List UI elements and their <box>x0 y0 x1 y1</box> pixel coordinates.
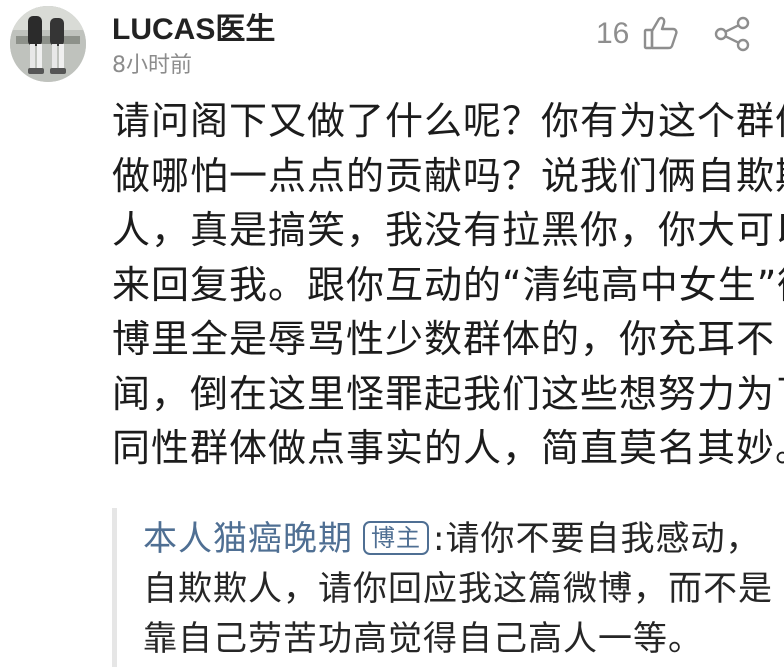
username[interactable]: LUCAS医生 <box>112 12 275 48</box>
reply-box[interactable]: 本人猫癌晚期 博主:请你不要自我感动， 自欺欺人，请你回应我这篇微博，而不是 靠自… <box>112 508 784 667</box>
avatar[interactable] <box>10 6 86 82</box>
comment-line: 请问阁下又做了什么呢？你有为这个群体 <box>112 99 784 143</box>
timestamp: 8小时前 <box>112 53 192 78</box>
share-icon[interactable] <box>712 16 752 52</box>
reply-line-3: 靠自己劳苦功高觉得自己高人一等。 <box>143 619 703 659</box>
reply-text: 请你不要自我感动， <box>445 519 761 559</box>
comment-body: 请问阁下又做了什么呢？你有为这个群体 做哪怕一点点的贡献吗？说我们俩自欺欺 人，… <box>112 94 784 476</box>
comment-line: 做哪怕一点点的贡献吗？说我们俩自欺欺 <box>112 153 784 198</box>
reply-line-2: 自欺欺人，请你回应我这篇微博，而不是 <box>143 569 773 609</box>
reply-separator: : <box>433 519 446 559</box>
comment-line: 人，真是搞笑，我没有拉黑你，你大可以 <box>112 208 784 252</box>
author-badge: 博主 <box>363 521 429 555</box>
comment-line: 同性群体做点事实的人，简直莫名其妙。 <box>112 426 784 470</box>
reply-line-1: 本人猫癌晚期 博主:请你不要自我感动， <box>143 514 773 564</box>
comment-line: 来回复我。跟你互动的“清纯高中女生”微 <box>112 262 784 307</box>
comment-line: 博里全是辱骂性少数群体的，你充耳不 <box>112 317 776 361</box>
like-count: 16 <box>596 17 630 50</box>
reply-content: 本人猫癌晚期 博主:请你不要自我感动， 自欺欺人，请你回应我这篇微博，而不是 靠自… <box>143 514 773 664</box>
reply-author-link[interactable]: 本人猫癌晚期 <box>143 519 353 559</box>
comment-line: 闻，倒在这里怪罪起我们这些想努力为了 <box>112 371 784 416</box>
thumbs-up-icon[interactable] <box>642 14 680 52</box>
